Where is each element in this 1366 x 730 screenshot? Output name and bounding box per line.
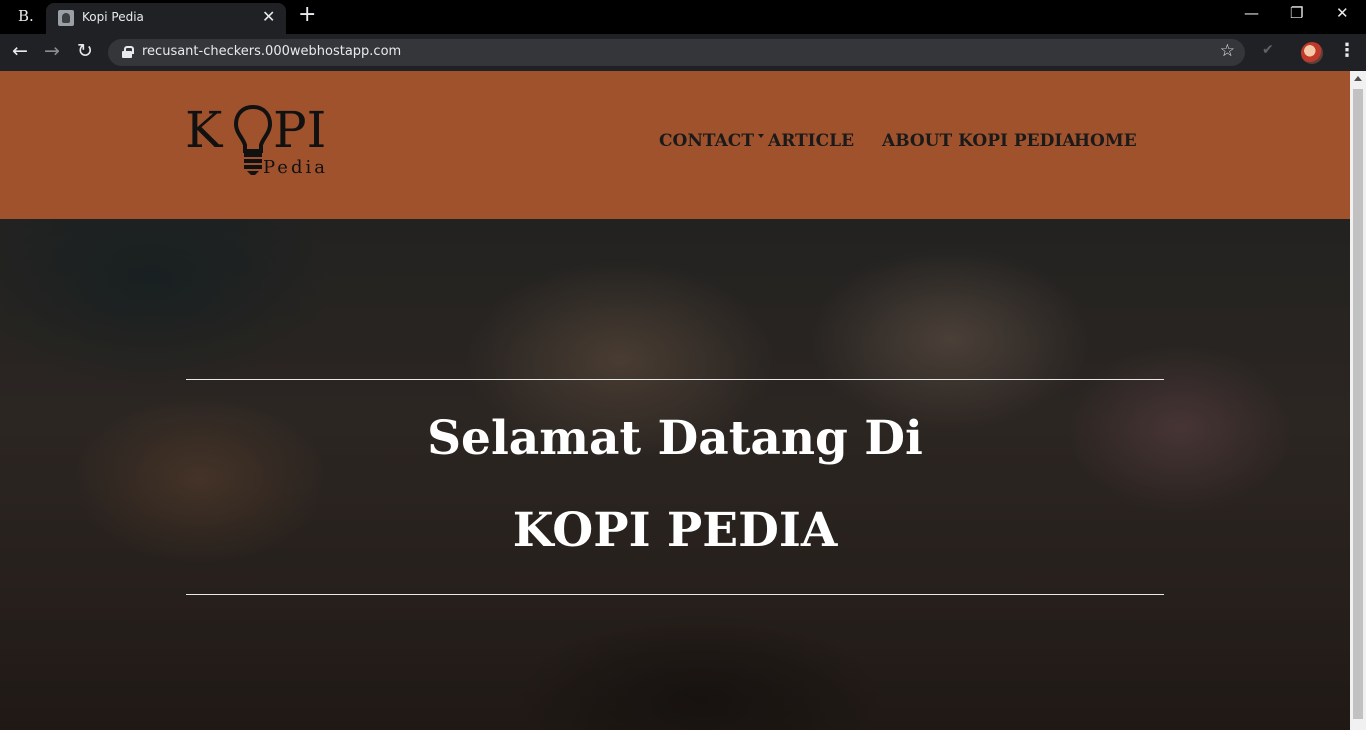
browser-toolbar: ← → ↻ recusant-checkers.000webhostapp.co…	[0, 34, 1366, 71]
nav-about[interactable]: ABOUT KOPI PEDIA	[882, 131, 1075, 151]
scroll-thumb[interactable]	[1353, 89, 1363, 719]
hero-divider-bottom	[186, 594, 1164, 595]
scroll-up-icon[interactable]	[1354, 76, 1362, 81]
browser-menu-icon[interactable]: ⋮	[1338, 40, 1356, 61]
close-window-icon[interactable]: ✕	[1336, 4, 1349, 22]
profile-label[interactable]: B.	[18, 7, 34, 25]
hero-title-line1: Selamat Datang Di	[427, 411, 923, 466]
extension-icon[interactable]: ✔	[1262, 42, 1274, 58]
hero-background-image	[0, 219, 1350, 730]
nav-article[interactable]: ARTICLE	[768, 131, 854, 151]
browser-tab[interactable]: Kopi Pedia ✕	[46, 3, 286, 34]
forward-icon[interactable]: →	[44, 40, 60, 62]
site-logo[interactable]: K PI Pedia	[185, 101, 345, 181]
tab-title: Kopi Pedia	[82, 10, 144, 24]
site-favicon-icon	[58, 10, 74, 26]
back-icon[interactable]: ←	[12, 40, 28, 62]
logo-subtitle: Pedia	[263, 157, 328, 178]
page-viewport: K PI Pedia CONTACT ARTICLE ABOUT KOPI PE…	[0, 71, 1350, 730]
new-tab-icon[interactable]: +	[298, 2, 316, 27]
hero-section: Selamat Datang Di KOPI PEDIA	[0, 219, 1350, 730]
hero-title-line2: KOPI PEDIA	[512, 503, 838, 558]
reload-icon[interactable]: ↻	[77, 40, 93, 62]
hero-divider-top	[186, 379, 1164, 380]
avatar[interactable]	[1301, 42, 1323, 64]
site-header: K PI Pedia CONTACT ARTICLE ABOUT KOPI PE…	[0, 71, 1350, 219]
dropdown-caret-icon[interactable]	[758, 134, 764, 138]
nav-home[interactable]: HOME	[1074, 131, 1137, 151]
close-tab-icon[interactable]: ✕	[262, 7, 275, 26]
bookmark-star-icon[interactable]: ☆	[1220, 41, 1235, 61]
logo-text-pi: PI	[273, 101, 327, 159]
address-bar[interactable]: recusant-checkers.000webhostapp.com ☆	[108, 39, 1245, 66]
nav-contact[interactable]: CONTACT	[659, 131, 754, 151]
page-scrollbar[interactable]	[1350, 71, 1366, 730]
tab-strip: B. Kopi Pedia ✕ + — ❐ ✕	[0, 0, 1366, 34]
logo-text-k: K	[185, 101, 224, 159]
minimize-icon[interactable]: —	[1244, 4, 1259, 22]
restore-icon[interactable]: ❐	[1290, 4, 1303, 22]
lock-icon[interactable]	[122, 46, 134, 58]
url-text[interactable]: recusant-checkers.000webhostapp.com	[142, 44, 401, 59]
